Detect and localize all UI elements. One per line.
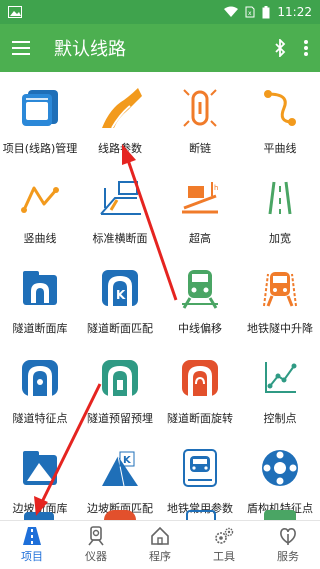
partial-icon bbox=[24, 512, 54, 520]
bottom-navigation: 项目 仪器 程序 工具 服务 bbox=[0, 520, 320, 569]
route-params-icon bbox=[96, 84, 144, 132]
tab-label: 仪器 bbox=[85, 550, 107, 563]
grid-item-label: 隧道特征点 bbox=[12, 412, 68, 425]
more-options-icon[interactable] bbox=[304, 40, 308, 56]
grid-item-control-point[interactable]: 控制点 bbox=[240, 342, 320, 430]
grid-item-project-manage[interactable]: 项目(线路)管理 bbox=[0, 72, 80, 160]
gallery-notification-icon bbox=[8, 6, 22, 18]
home-icon bbox=[151, 526, 169, 545]
grid-item-label: 项目(线路)管理 bbox=[2, 142, 78, 155]
tab-instrument[interactable]: 仪器 bbox=[64, 521, 128, 569]
tab-project[interactable]: 项目 bbox=[0, 521, 64, 569]
tab-label: 工具 bbox=[213, 550, 235, 563]
service-icon bbox=[280, 528, 296, 545]
grid-item-chain-break[interactable]: 断链 bbox=[160, 72, 240, 160]
tab-label: 程序 bbox=[149, 550, 171, 563]
tunnel-feature-point-icon bbox=[16, 354, 64, 402]
grid-item-route-params[interactable]: 线路参数 bbox=[80, 72, 160, 160]
svg-text:h: h bbox=[214, 184, 218, 192]
tab-service[interactable]: 服务 bbox=[256, 521, 320, 569]
grid-item-label: 竖曲线 bbox=[23, 232, 57, 245]
grid-item-label: 隧道断面旋转 bbox=[167, 412, 233, 425]
wifi-icon bbox=[224, 6, 239, 17]
grid-item-label: 地铁隧中升降 bbox=[247, 322, 313, 335]
grid-item-superelevation[interactable]: h 超高 bbox=[160, 162, 240, 250]
grid-item-label: 隧道断面匹配 bbox=[87, 322, 153, 335]
control-point-icon bbox=[256, 354, 304, 402]
slope-section-match-icon: K bbox=[96, 444, 144, 492]
svg-text:K: K bbox=[116, 288, 126, 302]
grid-item-shield-machine[interactable]: 盾构机特征点 bbox=[240, 432, 320, 520]
tunnel-embedded-icon bbox=[96, 354, 144, 402]
grid-item-tunnel-section-rotate[interactable]: 隧道断面旋转 bbox=[160, 342, 240, 430]
tab-tools[interactable]: 工具 bbox=[192, 521, 256, 569]
battery-icon bbox=[262, 5, 270, 18]
page-title: 默认线路 bbox=[54, 39, 126, 60]
vertical-curve-icon bbox=[16, 174, 64, 222]
metro-params-icon bbox=[176, 444, 224, 492]
centerline-offset-icon bbox=[176, 264, 224, 312]
standard-cross-section-icon bbox=[96, 174, 144, 222]
tab-label: 服务 bbox=[277, 550, 299, 563]
grid-item-label: 隧道预留预埋 bbox=[87, 412, 153, 425]
superelevation-icon: h bbox=[176, 174, 224, 222]
grid-item-label: 断链 bbox=[189, 142, 211, 155]
gears-icon bbox=[215, 527, 234, 544]
grid-item-widening[interactable]: 加宽 bbox=[240, 162, 320, 250]
tunnel-section-library-icon bbox=[16, 264, 64, 312]
partial-icon bbox=[186, 510, 216, 520]
tunnel-section-rotate-icon bbox=[176, 354, 224, 402]
partial-icon bbox=[264, 510, 296, 520]
road-icon bbox=[23, 527, 41, 545]
partial-icon bbox=[104, 510, 136, 520]
function-grid: 项目(线路)管理 线路参数 断链 平曲线 竖曲线 标准横断面 h 超高 加宽 隧… bbox=[0, 72, 320, 520]
grid-item-label: 隧道断面库 bbox=[12, 322, 68, 335]
status-time: 11:22 bbox=[277, 5, 312, 19]
sim-card-icon: x bbox=[245, 6, 255, 18]
chain-break-icon bbox=[176, 84, 224, 132]
grid-item-metro-tunnel-lift[interactable]: 地铁隧中升降 bbox=[240, 252, 320, 340]
tab-program[interactable]: 程序 bbox=[128, 521, 192, 569]
grid-item-label: 线路参数 bbox=[98, 142, 142, 155]
grid-item-label: 加宽 bbox=[269, 232, 291, 245]
shield-machine-icon bbox=[256, 444, 304, 492]
grid-item-metro-params[interactable]: 地铁常用参数 bbox=[160, 432, 240, 520]
grid-item-label: 中线偏移 bbox=[178, 322, 222, 335]
grid-item-label: 超高 bbox=[189, 232, 211, 245]
grid-item-slope-section-library[interactable]: 边坡断面库 bbox=[0, 432, 80, 520]
grid-item-centerline-offset[interactable]: 中线偏移 bbox=[160, 252, 240, 340]
grid-item-tunnel-feature-point[interactable]: 隧道特征点 bbox=[0, 342, 80, 430]
grid-item-tunnel-section-library[interactable]: 隧道断面库 bbox=[0, 252, 80, 340]
grid-item-label: 平曲线 bbox=[263, 142, 297, 155]
widening-icon bbox=[256, 174, 304, 222]
horizontal-curve-icon bbox=[256, 84, 304, 132]
metro-tunnel-lift-icon bbox=[256, 264, 304, 312]
svg-text:x: x bbox=[248, 10, 252, 17]
project-manage-icon bbox=[16, 84, 64, 132]
bluetooth-icon[interactable] bbox=[274, 39, 286, 57]
menu-icon[interactable] bbox=[12, 41, 30, 55]
slope-section-library-icon bbox=[16, 444, 64, 492]
svg-text:K: K bbox=[123, 455, 132, 466]
grid-item-tunnel-section-match[interactable]: K 隧道断面匹配 bbox=[80, 252, 160, 340]
grid-item-label: 标准横断面 bbox=[92, 232, 148, 245]
tab-label: 项目 bbox=[21, 550, 43, 563]
status-bar: x 11:22 bbox=[0, 0, 320, 24]
app-bar: 默认线路 bbox=[0, 24, 320, 72]
grid-item-slope-section-match[interactable]: K 边坡断面匹配 bbox=[80, 432, 160, 520]
grid-item-label: 控制点 bbox=[263, 412, 297, 425]
grid-item-standard-cross-section[interactable]: 标准横断面 bbox=[80, 162, 160, 250]
grid-item-tunnel-embedded[interactable]: 隧道预留预埋 bbox=[80, 342, 160, 430]
next-row-icons bbox=[0, 508, 320, 520]
instrument-icon bbox=[88, 526, 104, 546]
grid-item-vertical-curve[interactable]: 竖曲线 bbox=[0, 162, 80, 250]
tunnel-section-match-icon: K bbox=[96, 264, 144, 312]
grid-item-horizontal-curve[interactable]: 平曲线 bbox=[240, 72, 320, 160]
